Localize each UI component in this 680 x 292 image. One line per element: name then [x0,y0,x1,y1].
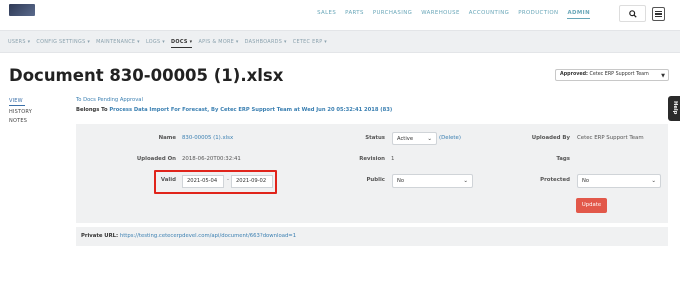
revision-value: 1 [391,156,395,162]
sidenav-history[interactable]: HISTORY [9,109,32,115]
uploaded-by-value: Cetec ERP Support Team [577,135,644,141]
private-url-label: Private URL: [81,233,119,239]
subnav-logs[interactable]: LOGS ▾ [146,39,165,48]
approved-value: Cetec ERP Support Team [589,72,649,77]
topnav-warehouse[interactable]: WAREHOUSE [421,10,460,19]
subnav-docs[interactable]: DOCS ▾ [171,39,193,48]
chevron-down-icon: ▼ [661,73,665,79]
hamburger-menu-button[interactable] [652,7,665,21]
sidenav-view[interactable]: VIEW [9,98,25,106]
protected-value: No [582,178,590,184]
status-label: Status [365,135,385,141]
menu-icon-line [655,13,662,15]
help-tab[interactable]: Help [668,96,680,121]
topnav-sales[interactable]: SALES [317,10,336,19]
public-value: No [397,178,405,184]
page-title: Document 830-00005 (1).xlsx [9,66,284,85]
menu-icon-line [655,10,662,12]
chevron-down-icon: ⌄ [651,178,656,184]
belongs-to-line: Belongs To Process Data Import For Forec… [76,107,392,113]
chevron-down-icon: ⌄ [427,136,432,142]
sub-nav: USERS ▾ CONFIG SETTINGS ▾ MAINTENANCE ▾ … [0,30,680,53]
protected-label: Protected [540,177,570,183]
uploaded-on-value: 2018-06-20T00:32:41 [182,156,241,162]
name-label: Name [158,135,176,141]
name-value[interactable]: 830-00005 (1).xlsx [182,135,233,141]
subnav-cetec-erp[interactable]: CETEC ERP ▾ [293,39,327,48]
revision-label: Revision [359,156,385,162]
highlight-box [154,170,277,194]
delete-link[interactable]: (Delete) [439,135,461,141]
subnav-maintenance[interactable]: MAINTENANCE ▾ [96,39,140,48]
chevron-down-icon: ⌄ [463,178,468,184]
subnav-config-settings[interactable]: CONFIG SETTINGS ▾ [36,39,90,48]
tags-label: Tags [556,156,570,162]
approval-select[interactable]: Approved: Cetec ERP Support Team ▼ [555,69,669,81]
menu-icon-line [655,16,662,18]
public-select[interactable]: No ⌄ [392,174,473,188]
topnav-production[interactable]: PRODUCTION [518,10,558,19]
search-button[interactable] [619,5,646,22]
approved-label: Approved: [560,72,588,77]
company-logo[interactable] [9,4,35,16]
belongs-to-label: Belongs To [76,107,108,113]
topnav-parts[interactable]: PARTS [345,10,364,19]
topnav-purchasing[interactable]: PURCHASING [373,10,412,19]
subnav-apis-more[interactable]: APIS & MORE ▾ [198,39,238,48]
docs-pending-link[interactable]: To Docs Pending Approval [76,97,143,103]
sidenav-notes[interactable]: NOTES [9,118,32,124]
subnav-users[interactable]: USERS ▾ [8,39,30,48]
update-button[interactable]: Update [576,198,607,213]
private-url-link[interactable]: https://testing.cetecerpdevel.com/api/do… [120,233,296,239]
status-select[interactable]: Active ⌄ [392,132,437,145]
help-label: Help [672,101,678,115]
side-nav: VIEW HISTORY NOTES [9,98,32,127]
search-icon [628,9,637,18]
belongs-to-link[interactable]: Process Data Import For Forecast, By Cet… [109,107,392,113]
public-label: Public [366,177,385,183]
top-nav: SALES PARTS PURCHASING WAREHOUSE ACCOUNT… [317,10,590,19]
private-url-bar: Private URL: https://testing.cetecerpdev… [76,227,668,246]
uploaded-on-label: Uploaded On [136,156,176,162]
uploaded-by-label: Uploaded By [531,135,570,141]
protected-select[interactable]: No ⌄ [577,174,661,188]
top-bar: SALES PARTS PURCHASING WAREHOUSE ACCOUNT… [0,0,680,29]
status-value: Active [397,136,414,142]
topnav-accounting[interactable]: ACCOUNTING [469,10,509,19]
topnav-admin[interactable]: ADMIN [567,10,590,19]
subnav-dashboards[interactable]: DASHBOARDS ▾ [245,39,287,48]
